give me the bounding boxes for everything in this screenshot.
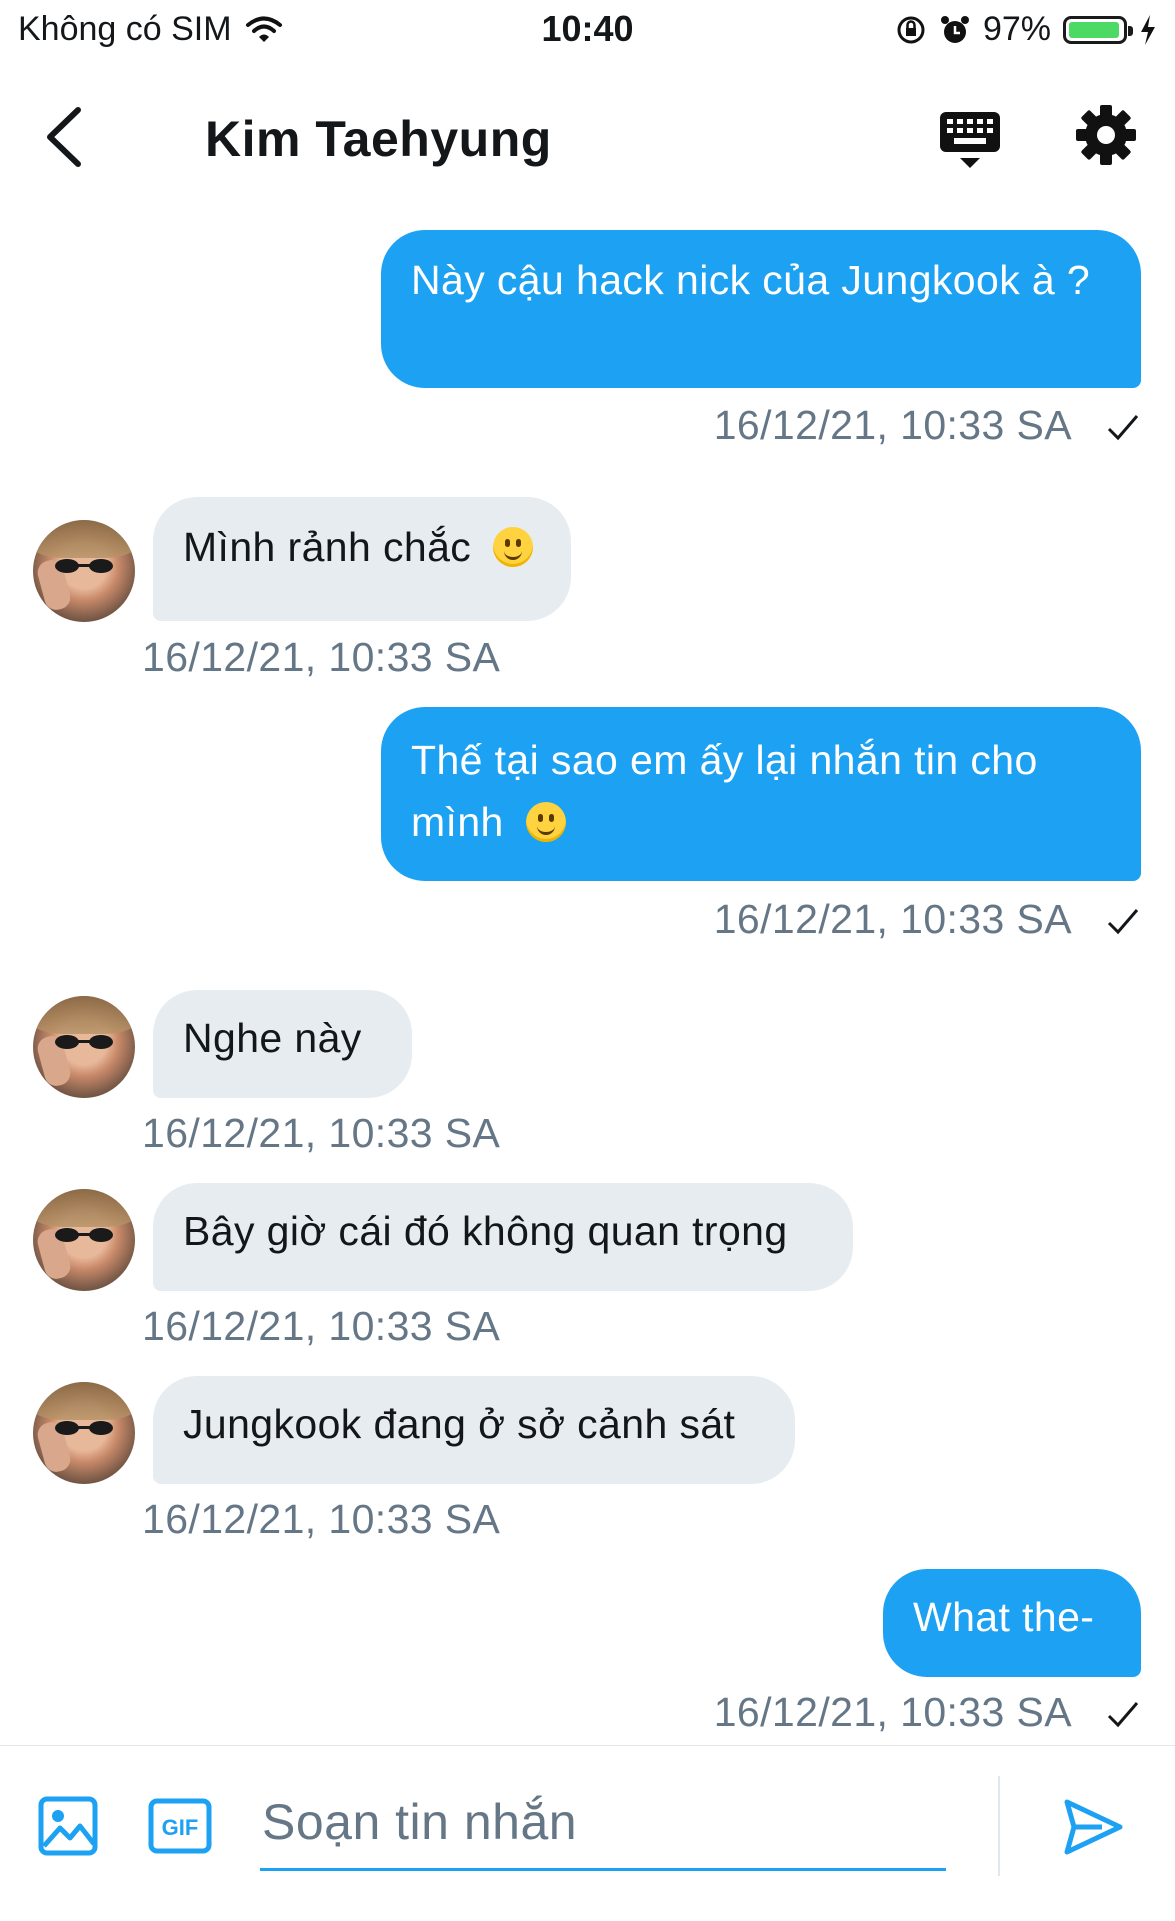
avatar[interactable] (33, 996, 135, 1098)
gear-icon[interactable] (1075, 104, 1137, 166)
message-text: What the- (913, 1594, 1095, 1640)
alarm-icon (940, 15, 969, 43)
gif-icon[interactable]: GIF (148, 1798, 212, 1854)
message-text: Thế tại sao em ấy lại nhắn tin cho mình (411, 737, 1038, 845)
message-bubble-outgoing[interactable]: What the- (883, 1569, 1141, 1677)
message-input[interactable] (260, 1776, 946, 1871)
message-text: Mình rảnh chắc (183, 524, 472, 570)
message-composer: GIF (0, 1745, 1175, 1921)
conversation-title: Kim Taehyung (205, 111, 552, 167)
keyboard-icon[interactable] (938, 108, 1002, 172)
message-text: Nghe này (183, 1015, 362, 1061)
message-text: Này cậu hack nick của Jungkook à ? (411, 257, 1091, 303)
message-text: Jungkook đang ở sở cảnh sát (183, 1401, 736, 1447)
charging-bolt-icon (1141, 14, 1155, 45)
message-timestamp: 16/12/21, 10:33 SA (713, 896, 1072, 942)
svg-text:GIF: GIF (162, 1815, 199, 1840)
message-timestamp: 16/12/21, 10:33 SA (142, 1303, 501, 1349)
message-timestamp: 16/12/21, 10:33 SA (142, 634, 501, 680)
message-bubble-incoming[interactable]: Mình rảnh chắc (153, 497, 571, 621)
image-icon[interactable] (38, 1796, 98, 1856)
read-checkmark-icon (1107, 1702, 1139, 1728)
avatar[interactable] (33, 520, 135, 622)
avatar[interactable] (33, 1382, 135, 1484)
send-icon[interactable] (1062, 1796, 1124, 1858)
composer-divider (998, 1776, 1000, 1876)
message-bubble-incoming[interactable]: Nghe này (153, 990, 412, 1098)
status-bar: Không có SIM 10:40 97% (0, 0, 1175, 60)
message-bubble-outgoing[interactable]: Thế tại sao em ấy lại nhắn tin cho mình (381, 707, 1141, 881)
battery-fill (1069, 21, 1120, 38)
message-bubble-outgoing[interactable]: Này cậu hack nick của Jungkook à ? (381, 230, 1141, 388)
message-bubble-incoming[interactable]: Jungkook đang ở sở cảnh sát (153, 1376, 795, 1484)
battery-icon (1063, 15, 1133, 44)
battery-percent: 97% (982, 10, 1051, 48)
back-chevron-icon[interactable] (36, 102, 96, 172)
message-timestamp: 16/12/21, 10:33 SA (713, 402, 1072, 448)
smiling-face-emoji-icon (493, 527, 533, 567)
read-checkmark-icon (1107, 415, 1139, 441)
message-text: Bây giờ cái đó không quan trọng (183, 1208, 788, 1254)
status-bar-right: 97% (895, 10, 1157, 49)
conversation-header: Kim Taehyung (0, 70, 1175, 205)
orientation-lock-icon (897, 16, 925, 43)
avatar[interactable] (33, 1189, 135, 1291)
message-timestamp: 16/12/21, 10:33 SA (142, 1496, 501, 1542)
message-timestamp: 16/12/21, 10:33 SA (713, 1689, 1072, 1735)
read-checkmark-icon (1107, 909, 1139, 935)
message-timestamp: 16/12/21, 10:33 SA (142, 1110, 501, 1156)
message-bubble-incoming[interactable]: Bây giờ cái đó không quan trọng (153, 1183, 853, 1291)
smiling-face-emoji-icon (525, 802, 566, 842)
